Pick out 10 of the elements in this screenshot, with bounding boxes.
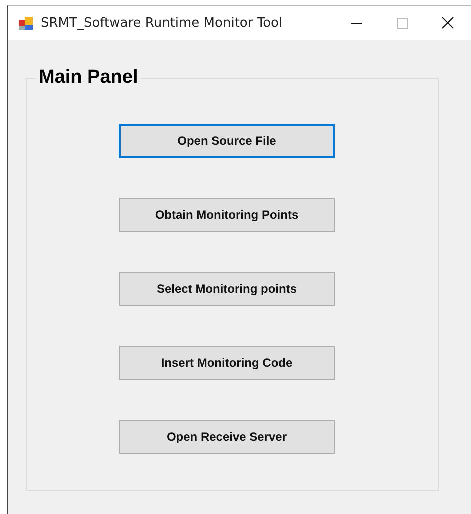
maximize-icon [396,18,408,28]
action-button[interactable]: Open Source File [119,124,335,158]
minimize-icon [350,22,362,24]
action-button[interactable]: Open Receive Server [119,420,335,454]
action-button[interactable]: Select Monitoring points [119,272,335,306]
close-icon [442,17,454,29]
action-button[interactable]: Obtain Monitoring Points [119,198,335,232]
app-icon [18,15,34,31]
window-title: SRMT_Software Runtime Monitor Tool [41,16,283,30]
action-button[interactable]: Insert Monitoring Code [119,346,335,380]
